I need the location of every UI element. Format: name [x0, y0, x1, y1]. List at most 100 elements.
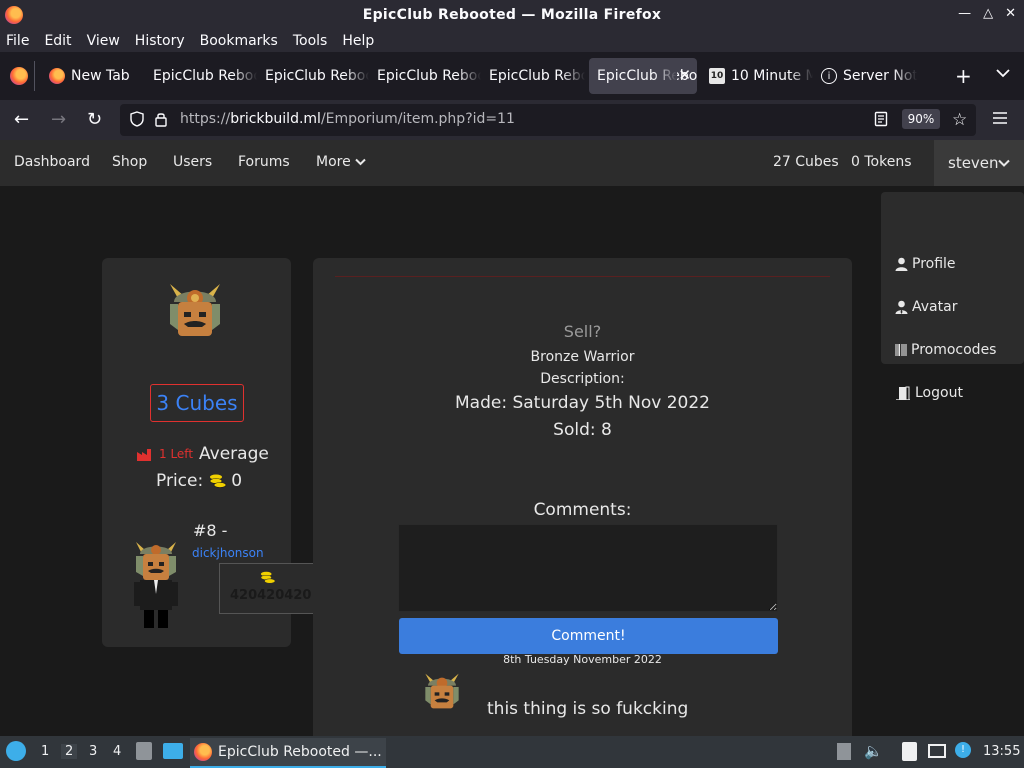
- notification-icon[interactable]: !: [955, 742, 971, 758]
- url-text[interactable]: https://brickbuild.ml/Emporium/item.php?…: [180, 111, 515, 127]
- tokens-balance: 0 Tokens: [851, 154, 912, 170]
- seller-price-value: 420420420: [230, 588, 312, 603]
- site-navbar: Dashboard Shop Users Forums More 27 Cube…: [0, 140, 1024, 186]
- tab-new-tab[interactable]: New Tab: [41, 58, 141, 94]
- comment-submit-button[interactable]: Comment!: [399, 618, 778, 654]
- workspace-1[interactable]: 1: [41, 744, 49, 759]
- commenter-avatar[interactable]: [420, 671, 464, 715]
- tab-epicclub-1[interactable]: EpicClub Rebooted: [145, 58, 257, 94]
- made-date: Made: Saturday 5th Nov 2022: [455, 393, 710, 413]
- padlock-icon[interactable]: [154, 111, 168, 131]
- seller-avatar[interactable]: [132, 538, 180, 630]
- menu-help[interactable]: Help: [342, 30, 374, 52]
- window-title: EpicClub Rebooted — Mozilla Firefox: [362, 7, 662, 23]
- maximize-icon[interactable]: △: [983, 6, 993, 21]
- seller-username-link[interactable]: dickjhonson: [192, 546, 264, 560]
- comment-textarea[interactable]: [398, 524, 778, 612]
- tab-10-minute-mail[interactable]: 10 10 Minute Mail: [701, 58, 813, 94]
- chevron-down-icon: [998, 159, 1010, 167]
- new-tab-plus-icon[interactable]: +: [955, 64, 972, 88]
- clipboard-icon[interactable]: [837, 743, 851, 760]
- chevron-down-icon: [355, 158, 366, 166]
- menu-tools[interactable]: Tools: [293, 30, 328, 52]
- nav-forums[interactable]: Forums: [238, 154, 290, 170]
- tracking-shield-icon[interactable]: [130, 111, 144, 131]
- comment-text: this thing is so fukcking: [487, 699, 689, 719]
- menu-history[interactable]: History: [135, 30, 185, 52]
- divider: [335, 276, 830, 277]
- volume-icon[interactable]: 🔈: [864, 742, 883, 760]
- reload-icon[interactable]: ↻: [87, 109, 102, 130]
- window-controls: — △ ✕: [958, 6, 1016, 21]
- user-dropdown-menu: Profile Avatar Promocodes Logout: [881, 192, 1024, 401]
- firefox-taskbar-icon: [194, 743, 212, 761]
- reader-view-icon[interactable]: [874, 111, 888, 131]
- system-taskbar: 1 2 3 4 EpicClub Rebooted —... 🔈 ! 13:55: [0, 736, 1024, 768]
- hamburger-menu-icon[interactable]: [992, 110, 1008, 129]
- menu-bar: File Edit View History Bookmarks Tools H…: [0, 30, 1024, 52]
- item-name: Bronze Warrior: [530, 349, 635, 365]
- bookmark-star-icon[interactable]: ☆: [952, 110, 967, 130]
- close-tab-icon[interactable]: ✕: [678, 66, 691, 84]
- forward-arrow-icon[interactable]: →: [51, 109, 66, 130]
- menu-edit[interactable]: Edit: [44, 30, 71, 52]
- menu-bookmarks[interactable]: Bookmarks: [200, 30, 278, 52]
- tab-label: New Tab: [71, 68, 130, 84]
- nav-users[interactable]: Users: [173, 154, 212, 170]
- average-price: Price: 0: [156, 471, 242, 491]
- app-launcher-icon[interactable]: [6, 741, 26, 761]
- nav-more[interactable]: More: [316, 154, 366, 170]
- zoom-level-badge[interactable]: 90%: [902, 109, 940, 129]
- user-tie-icon: [895, 300, 908, 314]
- sold-count: Sold: 8: [553, 420, 612, 440]
- menu-file[interactable]: File: [6, 30, 29, 52]
- nav-shop[interactable]: Shop: [112, 154, 147, 170]
- description-label: Description:: [540, 371, 625, 387]
- minimize-icon[interactable]: —: [958, 6, 971, 21]
- tab-server-not-found[interactable]: i Server Not Found: [813, 58, 917, 94]
- info-favicon-icon: i: [821, 68, 837, 84]
- desktop-icon[interactable]: [163, 743, 183, 759]
- price-value: 0: [231, 471, 243, 491]
- tab-epicclub-3[interactable]: EpicClub Rebooted: [369, 58, 481, 94]
- firefox-favicon-icon: [49, 68, 65, 84]
- firefox-logo-icon: [5, 6, 23, 24]
- task-label: EpicClub Rebooted —...: [218, 744, 382, 760]
- user-menu-toggle[interactable]: steven: [934, 140, 1024, 186]
- dropdown-promocodes[interactable]: Promocodes: [895, 342, 996, 358]
- network-icon[interactable]: [928, 744, 946, 758]
- tab-strip: New Tab EpicClub Rebooted EpicClub Reboo…: [0, 52, 1024, 100]
- workspace-2[interactable]: 2: [61, 744, 78, 759]
- tab-epicclub-active[interactable]: EpicClub Rebooted ✕: [589, 58, 697, 94]
- tab-epicclub-2[interactable]: EpicClub Rebooted: [257, 58, 369, 94]
- comments-heading: Comments:: [533, 500, 632, 520]
- username: steven: [948, 154, 999, 172]
- firefox-view-icon[interactable]: [10, 67, 28, 85]
- menu-view[interactable]: View: [87, 30, 120, 52]
- file-manager-icon[interactable]: [136, 742, 152, 760]
- workspace-4[interactable]: 4: [113, 744, 121, 759]
- bronze-warrior-item-icon: [170, 284, 220, 336]
- workspace-3[interactable]: 3: [89, 744, 97, 759]
- notes-icon[interactable]: [902, 742, 917, 761]
- nav-dashboard[interactable]: Dashboard: [14, 154, 90, 170]
- taskbar-firefox-task[interactable]: EpicClub Rebooted —...: [190, 738, 386, 768]
- dropdown-profile[interactable]: Profile: [895, 256, 956, 272]
- seller-rank: #8 -: [193, 521, 228, 540]
- ten-minute-mail-favicon-icon: 10: [709, 68, 725, 84]
- dropdown-logout[interactable]: Logout: [895, 385, 963, 401]
- navigation-toolbar: ← → ↻ https://brickbuild.ml/Emporium/ite…: [0, 100, 1024, 140]
- comment-date: 8th Tuesday November 2022: [503, 653, 662, 666]
- back-arrow-icon[interactable]: ←: [14, 109, 29, 130]
- tab-epicclub-4[interactable]: EpicClub Rebooted: [481, 58, 585, 94]
- list-all-tabs-chevron-icon[interactable]: [996, 66, 1010, 82]
- buy-price-button[interactable]: 3 Cubes: [150, 384, 244, 422]
- sell-link[interactable]: Sell?: [313, 322, 852, 341]
- cubes-balance: 27 Cubes: [773, 154, 839, 170]
- window-titlebar: EpicClub Rebooted — Mozilla Firefox — △ …: [0, 0, 1024, 30]
- url-bar[interactable]: https://brickbuild.ml/Emporium/item.php?…: [120, 104, 976, 136]
- dropdown-avatar[interactable]: Avatar: [895, 299, 957, 315]
- close-window-icon[interactable]: ✕: [1005, 6, 1016, 21]
- factory-icon: [137, 448, 151, 461]
- stock-left: 1 Left: [159, 447, 194, 461]
